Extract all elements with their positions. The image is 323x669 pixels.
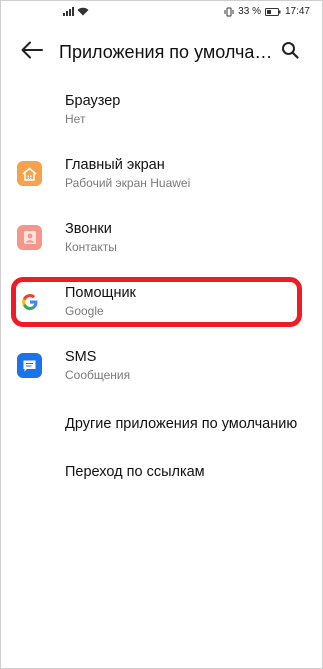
item-subtitle: Нет <box>65 112 86 126</box>
list-item-assistant[interactable]: Помощник Google <box>1 277 322 327</box>
message-icon <box>17 353 42 378</box>
item-title: Другие приложения по умолчанию <box>65 416 298 432</box>
home-icon <box>17 161 42 186</box>
clock: 17:47 <box>284 6 310 17</box>
item-title: Переход по ссылкам <box>65 464 205 480</box>
status-left <box>63 7 89 16</box>
list-item-browser[interactable]: Браузер Нет <box>1 85 322 135</box>
status-bar: 33 % 17:47 <box>1 1 322 25</box>
screen: 33 % 17:47 Приложения по умолча… Браузер <box>0 0 323 669</box>
battery-icon <box>264 7 281 16</box>
list-item-sms[interactable]: SMS Сообщения <box>1 341 322 391</box>
item-subtitle: Контакты <box>65 240 117 254</box>
app-header: Приложения по умолча… <box>1 29 322 73</box>
search-icon <box>282 42 299 59</box>
list-item-other-defaults[interactable]: Другие приложения по умолчанию <box>1 405 322 443</box>
list-item-calls[interactable]: Звонки Контакты <box>1 213 322 263</box>
wifi-icon <box>77 7 89 16</box>
back-button[interactable] <box>19 37 45 63</box>
item-title: Звонки <box>65 221 112 237</box>
signal-icon <box>63 7 74 16</box>
status-right: 33 % 17:47 <box>224 6 310 17</box>
search-button[interactable] <box>278 38 302 62</box>
page-title: Приложения по умолча… <box>59 42 273 62</box>
list-item-home-screen[interactable]: Главный экран Рабочий экран Huawei <box>1 149 322 199</box>
vibrate-icon <box>224 7 234 16</box>
item-title: Браузер <box>65 93 121 109</box>
item-title: Помощник <box>65 285 136 301</box>
item-subtitle: Google <box>65 304 104 318</box>
battery-percent: 33 % <box>238 6 261 17</box>
item-title: SMS <box>65 349 97 365</box>
contact-icon <box>17 225 42 250</box>
item-subtitle: Рабочий экран Huawei <box>65 176 191 190</box>
arrow-left-icon <box>21 41 43 59</box>
item-title: Главный экран <box>65 157 165 173</box>
google-icon <box>17 289 42 314</box>
item-subtitle: Сообщения <box>65 368 131 382</box>
list-item-link-handling[interactable]: Переход по ссылкам <box>1 453 322 491</box>
